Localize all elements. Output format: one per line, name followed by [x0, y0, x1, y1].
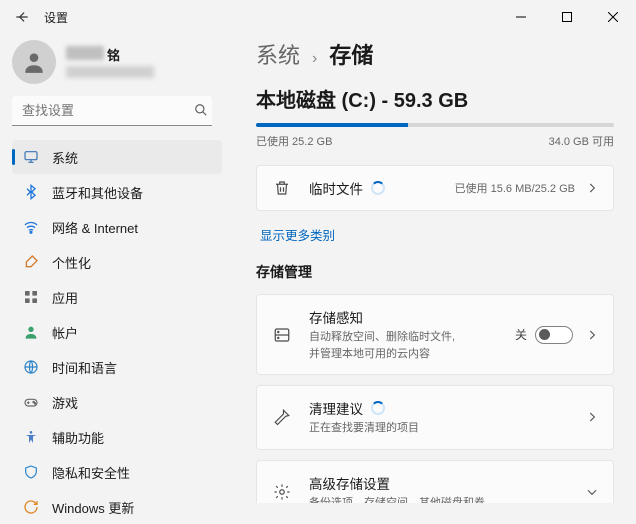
cleanup-sub: 正在查找要清理的项目 — [309, 422, 419, 434]
advanced-title: 高级存储设置 — [309, 473, 390, 493]
spinner-icon — [371, 401, 385, 415]
storage-sense-toggle-label: 关 — [515, 326, 527, 343]
search-wrap — [12, 96, 222, 126]
disk-usage-labels: 已使用 25.2 GB 34.0 GB 可用 — [256, 133, 614, 149]
sidebar-item-label: 系统 — [52, 148, 78, 167]
sidebar-item-privacy[interactable]: 隐私和安全性 — [12, 455, 222, 489]
avatar — [12, 40, 56, 84]
disk-title: 本地磁盘 (C:) - 59.3 GB — [256, 84, 614, 113]
username-suffix: 铭 — [107, 48, 120, 63]
disk-icon — [271, 326, 293, 344]
advanced-sub: 备份选项、存储空间、其他磁盘和卷 — [309, 497, 485, 504]
email-redacted — [66, 66, 154, 78]
disk-usage-bar — [256, 123, 614, 127]
chevron-right-icon — [585, 328, 599, 342]
sidebar-item-windows-update[interactable]: Windows 更新 — [12, 490, 222, 524]
advanced-storage-card[interactable]: 高级存储设置 备份选项、存储空间、其他磁盘和卷 — [256, 460, 614, 504]
sidebar-item-label: Windows 更新 — [52, 498, 134, 517]
user-meta: 铭 — [66, 46, 154, 78]
disk-used-label: 已使用 25.2 GB — [256, 133, 332, 149]
broom-icon — [271, 408, 293, 426]
sidebar-item-accessibility[interactable]: 辅助功能 — [12, 420, 222, 454]
cleanup-title: 清理建议 — [309, 398, 363, 418]
sidebar-item-label: 游戏 — [52, 393, 78, 412]
titlebar: 设置 — [0, 0, 636, 34]
person-icon — [22, 323, 40, 341]
close-icon — [608, 12, 618, 22]
sidebar-item-label: 时间和语言 — [52, 358, 117, 377]
temp-files-card[interactable]: 临时文件 已使用 15.6 MB/25.2 GB — [256, 165, 614, 211]
window-title: 设置 — [44, 9, 68, 26]
back-button[interactable] — [10, 5, 34, 29]
system-icon — [22, 148, 40, 166]
storage-sense-toggle[interactable] — [535, 326, 573, 344]
nav-list: 系统蓝牙和其他设备网络 & Internet 个性化应用帐户时间和语言游戏辅助功能… — [12, 140, 222, 524]
search-input[interactable] — [12, 96, 212, 126]
trash-icon — [271, 179, 293, 197]
sidebar-item-label: 蓝牙和其他设备 — [52, 183, 143, 202]
username-redacted — [66, 46, 104, 60]
chevron-right-icon — [585, 410, 599, 424]
sidebar-item-apps[interactable]: 应用 — [12, 280, 222, 314]
sidebar-item-label: 个性化 — [52, 253, 91, 272]
main-content: 系统 › 存储 本地磁盘 (C:) - 59.3 GB 已使用 25.2 GB … — [230, 34, 636, 503]
sidebar-item-time-lang[interactable]: 时间和语言 — [12, 350, 222, 384]
temp-files-usage: 已使用 15.6 MB/25.2 GB — [455, 180, 575, 196]
spinner-icon — [371, 181, 385, 195]
sidebar-item-label: 应用 — [52, 288, 78, 307]
breadcrumb-root[interactable]: 系统 — [256, 38, 300, 70]
storage-mgmt-heading: 存储管理 — [256, 262, 614, 282]
search-icon — [194, 103, 208, 117]
storage-sense-sub1: 自动释放空间、删除临时文件, — [309, 331, 455, 343]
user-block[interactable]: 铭 — [12, 40, 222, 84]
wifi-icon — [22, 218, 40, 236]
close-button[interactable] — [590, 0, 636, 34]
sidebar-item-label: 网络 & Internet — [52, 218, 138, 237]
disk-usage-fill — [256, 123, 408, 127]
breadcrumb: 系统 › 存储 — [256, 38, 614, 70]
sidebar-item-personalize[interactable]: 个性化 — [12, 245, 222, 279]
sidebar-item-label: 辅助功能 — [52, 428, 104, 447]
breadcrumb-current: 存储 — [329, 38, 373, 70]
bluetooth-icon — [22, 183, 40, 201]
accessibility-icon — [22, 428, 40, 446]
temp-files-title: 临时文件 — [309, 178, 363, 198]
chevron-right-icon: › — [312, 50, 317, 68]
sidebar-item-label: 隐私和安全性 — [52, 463, 130, 482]
storage-sense-sub2: 并管理本地可用的云内容 — [309, 348, 430, 360]
cleanup-card[interactable]: 清理建议 正在查找要清理的项目 — [256, 385, 614, 450]
sidebar-item-accounts[interactable]: 帐户 — [12, 315, 222, 349]
person-icon — [21, 49, 47, 75]
sidebar-item-system[interactable]: 系统 — [12, 140, 222, 174]
sidebar-item-label: 帐户 — [52, 323, 78, 342]
sidebar-item-gaming[interactable]: 游戏 — [12, 385, 222, 419]
show-more-link[interactable]: 显示更多类别 — [260, 225, 335, 244]
window-controls — [498, 0, 636, 34]
update-icon — [22, 498, 40, 516]
apps-icon — [22, 288, 40, 306]
minimize-button[interactable] — [498, 0, 544, 34]
arrow-left-icon — [15, 10, 29, 24]
maximize-button[interactable] — [544, 0, 590, 34]
sidebar-item-network[interactable]: 网络 & Internet — [12, 210, 222, 244]
minimize-icon — [516, 12, 526, 22]
sidebar: 铭 系统蓝牙和其他设备网络 & Internet 个性化应用帐户时间和语言游戏辅助… — [0, 34, 230, 503]
globe-icon — [22, 358, 40, 376]
gear-icon — [271, 483, 293, 501]
shield-icon — [22, 463, 40, 481]
sidebar-item-bluetooth[interactable]: 蓝牙和其他设备 — [12, 175, 222, 209]
brush-icon — [22, 253, 40, 271]
storage-sense-title: 存储感知 — [309, 307, 363, 327]
storage-sense-card[interactable]: 存储感知 自动释放空间、删除临时文件, 并管理本地可用的云内容 关 — [256, 294, 614, 375]
chevron-right-icon — [585, 181, 599, 195]
chevron-down-icon — [585, 485, 599, 499]
maximize-icon — [562, 12, 572, 22]
disk-free-label: 34.0 GB 可用 — [549, 133, 614, 149]
game-icon — [22, 393, 40, 411]
